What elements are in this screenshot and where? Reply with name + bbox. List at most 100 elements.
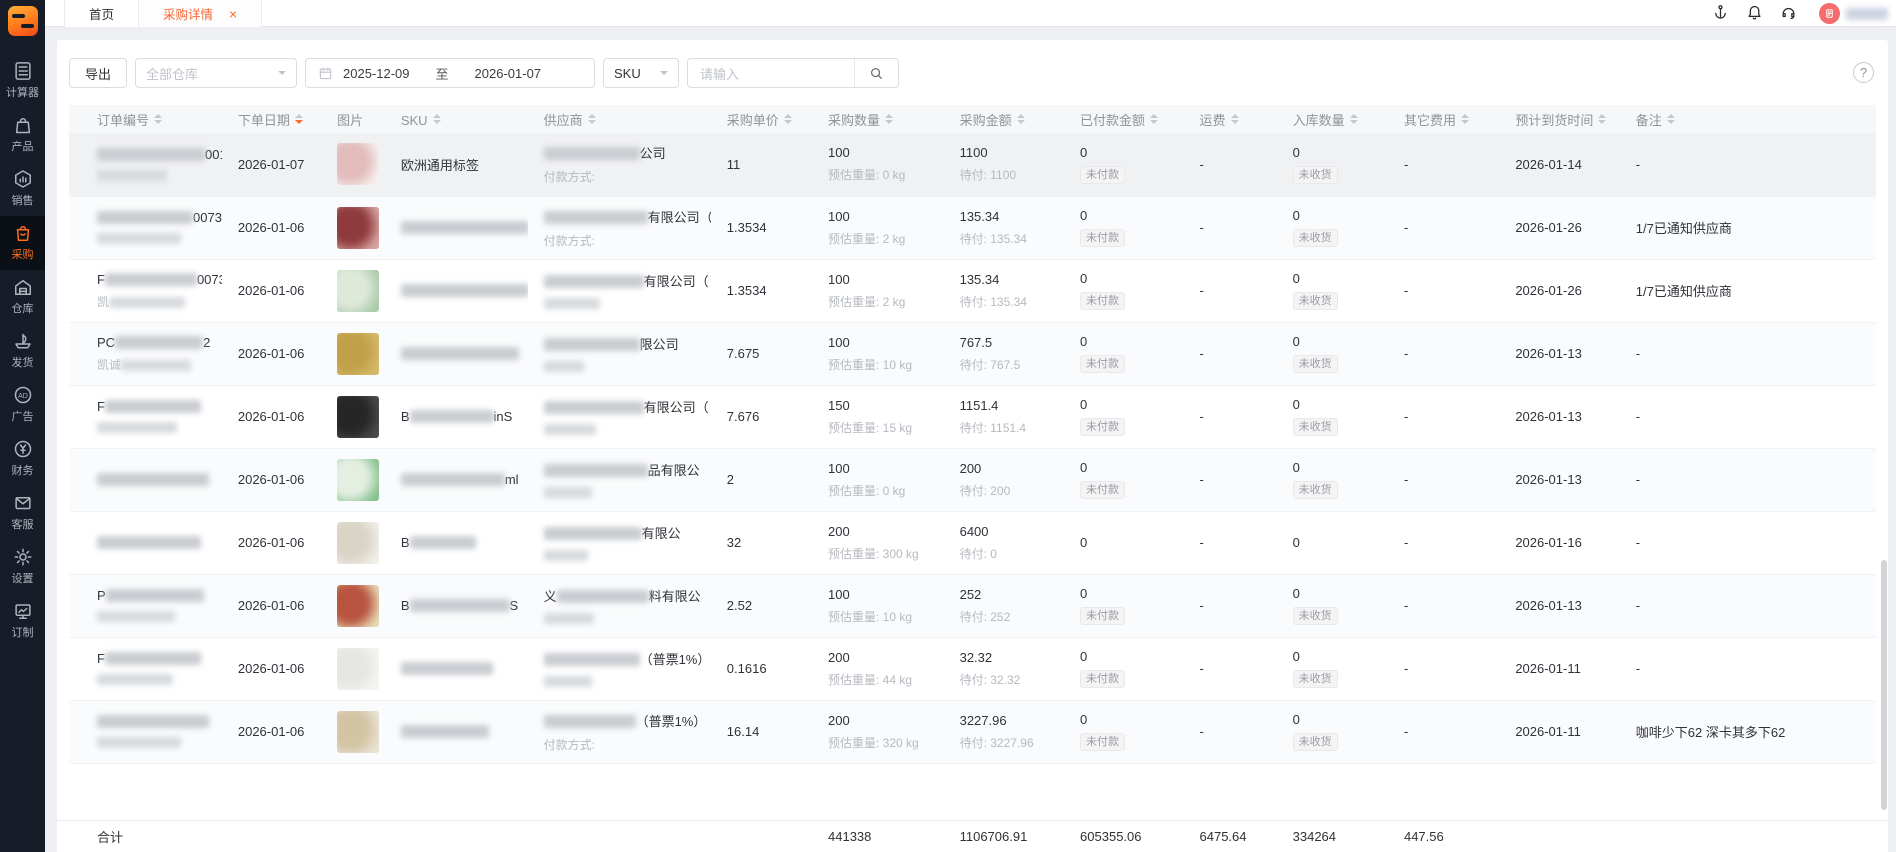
sidebar: 计算器产品销售采购仓库发货AD广告财务客服设置订制: [0, 0, 45, 852]
redacted-text: [544, 527, 642, 540]
date-range-picker[interactable]: 2025-12-09 至 2026-01-07: [305, 58, 595, 88]
cell-sku: B: [385, 511, 528, 574]
cell-product-image[interactable]: [321, 322, 385, 385]
redacted-text: [97, 715, 209, 728]
search-field-select[interactable]: SKU: [603, 58, 679, 88]
date-end[interactable]: 2026-01-07: [475, 66, 542, 81]
search-input[interactable]: 请输入: [688, 64, 854, 83]
tab-purchase-detail[interactable]: 采购详情×: [139, 0, 262, 27]
cell-other-fee: -: [1388, 448, 1499, 511]
column-header[interactable]: 入库数量: [1277, 105, 1388, 133]
column-header[interactable]: 供应商: [528, 105, 711, 133]
bell-icon[interactable]: [1737, 4, 1771, 24]
column-header[interactable]: 运费: [1184, 105, 1277, 133]
redacted-text: [544, 361, 584, 372]
column-header[interactable]: 备注: [1620, 105, 1876, 133]
download-anchor-icon[interactable]: [1703, 4, 1737, 24]
table-row[interactable]: 2026-01-06ml品有限公2100预估重量: 0 kg200待付: 200…: [69, 448, 1876, 511]
table-row[interactable]: 2026-01-06（普票1%）付款方式:16.14200预估重量: 320 k…: [69, 700, 1876, 763]
sidebar-item-ad[interactable]: AD广告: [0, 378, 45, 432]
date-start[interactable]: 2025-12-09: [343, 66, 410, 81]
column-header[interactable]: 采购金额: [944, 105, 1064, 133]
column-header[interactable]: 下单日期: [222, 105, 321, 133]
redacted-text: [410, 599, 510, 612]
sort-icon: [1667, 110, 1675, 128]
column-header[interactable]: 采购数量: [812, 105, 944, 133]
cell-product-image[interactable]: [321, 700, 385, 763]
table-row[interactable]: P2026-01-06BS义料有限公2.52100预估重量: 10 kg252待…: [69, 574, 1876, 637]
cell-product-image[interactable]: [321, 448, 385, 511]
cell-unit-price: 2.52: [711, 574, 812, 637]
tab-label: 首页: [89, 4, 114, 23]
close-icon[interactable]: ×: [229, 7, 237, 21]
cell-product-image[interactable]: [321, 637, 385, 700]
app-logo-icon[interactable]: [8, 6, 38, 36]
sidebar-item-gear[interactable]: 设置: [0, 540, 45, 594]
sidebar-item-calculator[interactable]: 计算器: [0, 54, 45, 108]
cell-product-image[interactable]: [321, 574, 385, 637]
calendar-icon: [318, 66, 333, 81]
column-header[interactable]: 已付款金额: [1064, 105, 1183, 133]
product-thumbnail-redacted: [337, 522, 379, 564]
sidebar-item-monitor[interactable]: 订制: [0, 594, 45, 648]
cell-product-image[interactable]: [321, 133, 385, 196]
table-row[interactable]: F2026-01-06（普票1%）0.1616200预估重量: 44 kg32.…: [69, 637, 1876, 700]
cell-remark: -: [1620, 385, 1876, 448]
sidebar-item-mail[interactable]: 客服: [0, 486, 45, 540]
finance-yen-icon: [0, 439, 45, 459]
toolbar: 导出 全部仓库 2025-12-09 至 2026-01-07 SKU 请输入: [57, 40, 1888, 88]
status-badge-unreceived: 未收货: [1293, 481, 1338, 499]
column-label: SKU: [401, 113, 428, 128]
column-header[interactable]: 预计到货时间: [1499, 105, 1619, 133]
help-button[interactable]: ?: [1853, 62, 1874, 83]
sort-icon: [433, 110, 441, 128]
sidebar-item-sales-chart[interactable]: 销售: [0, 162, 45, 216]
cell-eta: 2026-01-13: [1499, 322, 1619, 385]
search-button[interactable]: [854, 59, 898, 87]
cell-supplier: 义料有限公: [528, 574, 711, 637]
table-row[interactable]: F0073凯2026-01-06有限公司（1.3534100预估重量: 2 kg…: [69, 259, 1876, 322]
product-thumbnail-redacted: [337, 270, 379, 312]
sidebar-item-warehouse[interactable]: 仓库: [0, 270, 45, 324]
cell-unit-price: 7.675: [711, 322, 812, 385]
status-badge-unpaid: 未付款: [1080, 481, 1125, 499]
sidebar-item-procurement-bag[interactable]: 采购: [0, 216, 45, 270]
purchase-detail-panel: 导出 全部仓库 2025-12-09 至 2026-01-07 SKU 请输入 …: [57, 40, 1888, 852]
warehouse-select[interactable]: 全部仓库: [135, 58, 297, 88]
table-row[interactable]: F2026-01-06BinS有限公司（7.676150预估重量: 15 kg1…: [69, 385, 1876, 448]
redacted-text: [544, 424, 596, 435]
sidebar-item-ship[interactable]: 发货: [0, 324, 45, 378]
export-button[interactable]: 导出: [69, 58, 127, 88]
user-avatar[interactable]: [1819, 3, 1840, 24]
headset-icon[interactable]: [1771, 4, 1805, 24]
cell-product-image[interactable]: [321, 511, 385, 574]
column-header[interactable]: 采购单价: [711, 105, 812, 133]
sidebar-item-product-bag[interactable]: 产品: [0, 108, 45, 162]
monitor-icon: [0, 601, 45, 621]
redacted-text: [401, 473, 505, 486]
search-group: 请输入: [687, 58, 899, 88]
column-header[interactable]: 其它费用: [1388, 105, 1499, 133]
table-row[interactable]: 2026-01-06B有限公32200预估重量: 300 kg6400待付: 0…: [69, 511, 1876, 574]
table-row[interactable]: PC2凯诚2026-01-06限公司7.675100预估重量: 10 kg767…: [69, 322, 1876, 385]
sidebar-item-label: 采购: [0, 246, 45, 262]
column-header[interactable]: SKU: [385, 105, 528, 133]
cell-quantity: 100预估重量: 2 kg: [812, 259, 944, 322]
column-header[interactable]: 订单编号: [69, 105, 222, 133]
cell-order-date: 2026-01-06: [222, 700, 321, 763]
procurement-bag-icon: [0, 223, 45, 243]
column-label: 已付款金额: [1080, 113, 1145, 128]
cell-product-image[interactable]: [321, 385, 385, 448]
cell-remark: -: [1620, 637, 1876, 700]
table-row[interactable]: 00732026-01-06有限公司（付款方式:1.3534100预估重量: 2…: [69, 196, 1876, 259]
sidebar-item-finance-yen[interactable]: 财务: [0, 432, 45, 486]
vertical-scrollbar-thumb[interactable]: [1881, 560, 1887, 810]
cell-other-fee: -: [1388, 574, 1499, 637]
cell-product-image[interactable]: [321, 259, 385, 322]
cell-paid-amount: 0未付款: [1064, 133, 1183, 196]
footer-empty-cell: [1499, 821, 1619, 852]
tab-home[interactable]: 首页: [64, 0, 139, 27]
table-row[interactable]: 0012026-01-07欧洲通用标签公司付款方式:11100预估重量: 0 k…: [69, 133, 1876, 196]
column-label: 订单编号: [97, 113, 149, 128]
cell-product-image[interactable]: [321, 196, 385, 259]
